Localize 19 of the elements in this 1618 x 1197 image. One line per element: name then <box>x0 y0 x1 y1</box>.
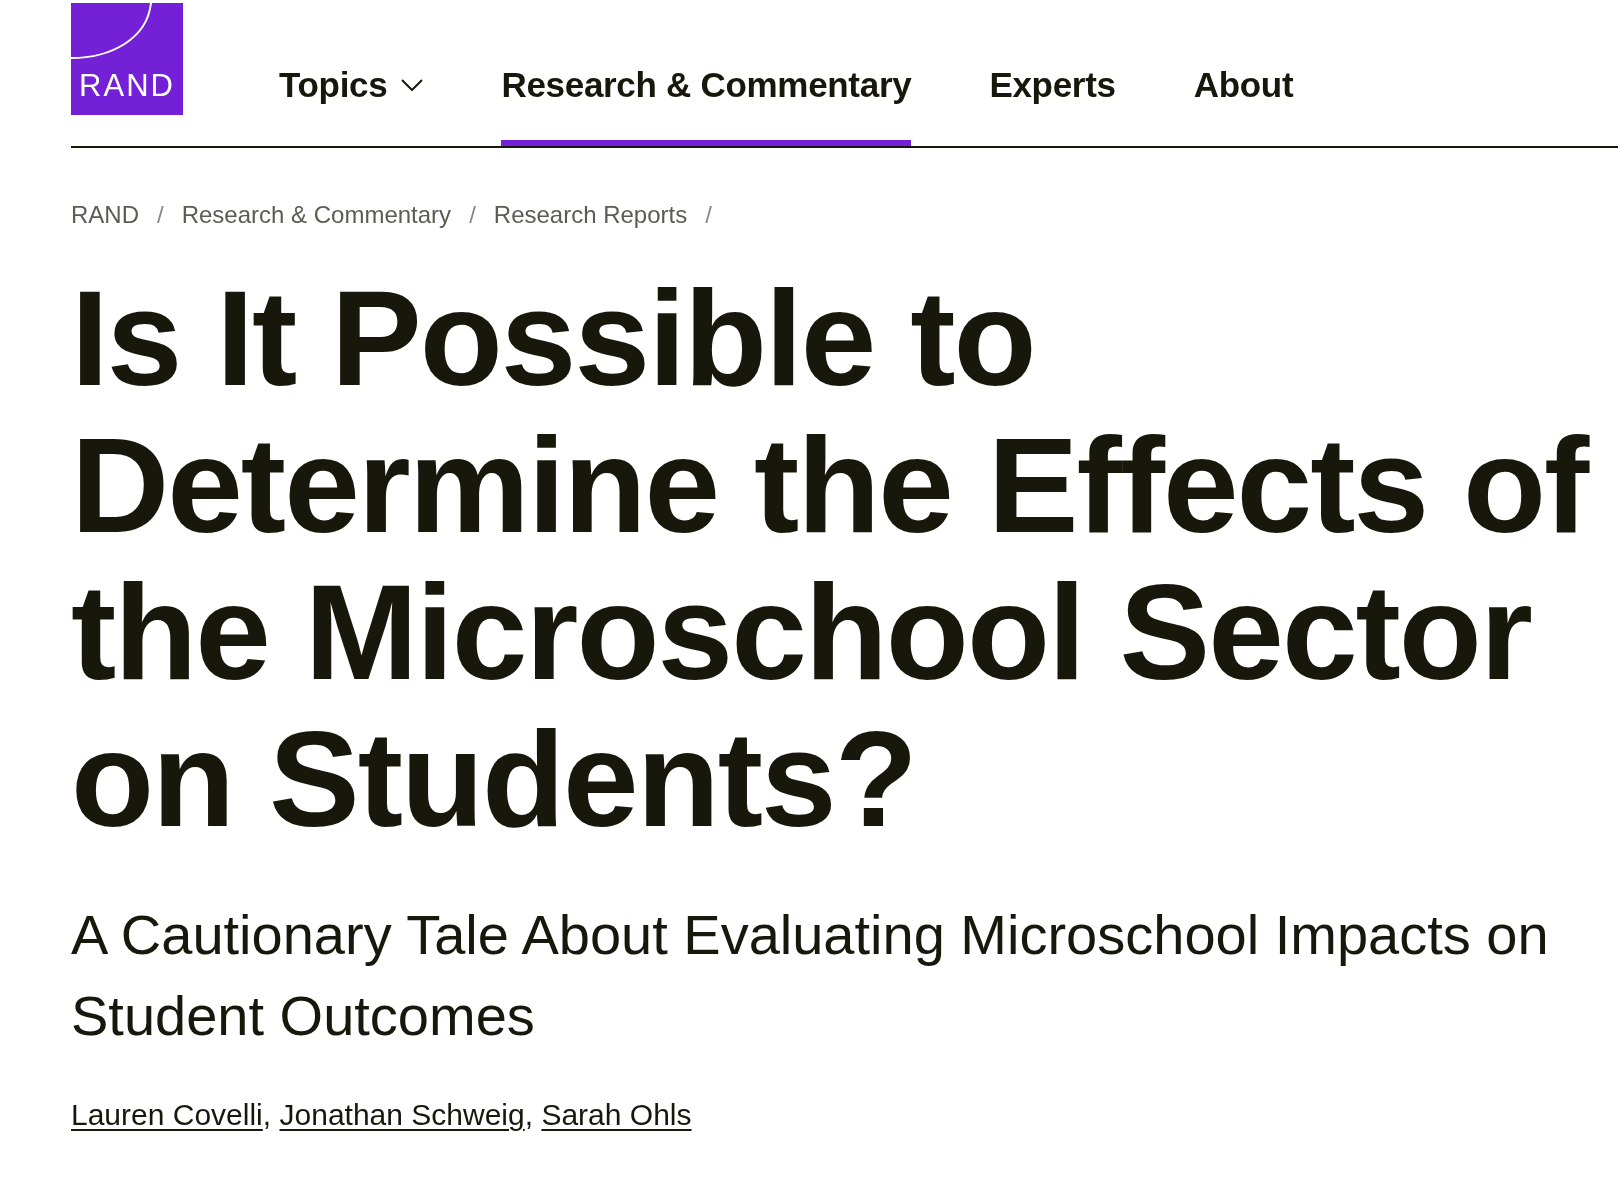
author-link[interactable]: Lauren Covelli <box>71 1098 263 1131</box>
breadcrumb-separator: / <box>705 200 712 230</box>
breadcrumb-separator: / <box>157 200 164 230</box>
author-link[interactable]: Jonathan Schweig <box>279 1098 525 1131</box>
arc-icon <box>71 3 153 60</box>
nav-tab[interactable]: Research & Commentary <box>501 65 912 146</box>
breadcrumb-link[interactable]: Research & Commentary <box>181 199 452 231</box>
nav-tab[interactable]: About <box>1193 65 1294 146</box>
breadcrumb-separator: / <box>469 200 476 230</box>
logo-link[interactable]: RAND <box>71 3 183 115</box>
breadcrumb-link[interactable]: RAND <box>71 199 139 231</box>
page-title: Is It Possible to Determine the Effects of the Microschool Sector on Students? <box>71 265 1591 853</box>
nav-dropdown-tab[interactable]: Topics <box>279 65 424 146</box>
page-subtitle: A Cautionary Tale About Evaluating Microschool Impacts on Student Outcomes <box>71 902 1550 1049</box>
author-link[interactable]: Sarah Ohls <box>541 1098 692 1131</box>
nav-tab[interactable]: Experts <box>989 65 1116 146</box>
author-byline: Lauren Covelli, Jonathan Schweig, Sarah Ohls <box>71 1097 692 1133</box>
breadcrumb-link[interactable]: Research Reports <box>493 199 688 231</box>
chevron-down-icon <box>401 79 424 91</box>
